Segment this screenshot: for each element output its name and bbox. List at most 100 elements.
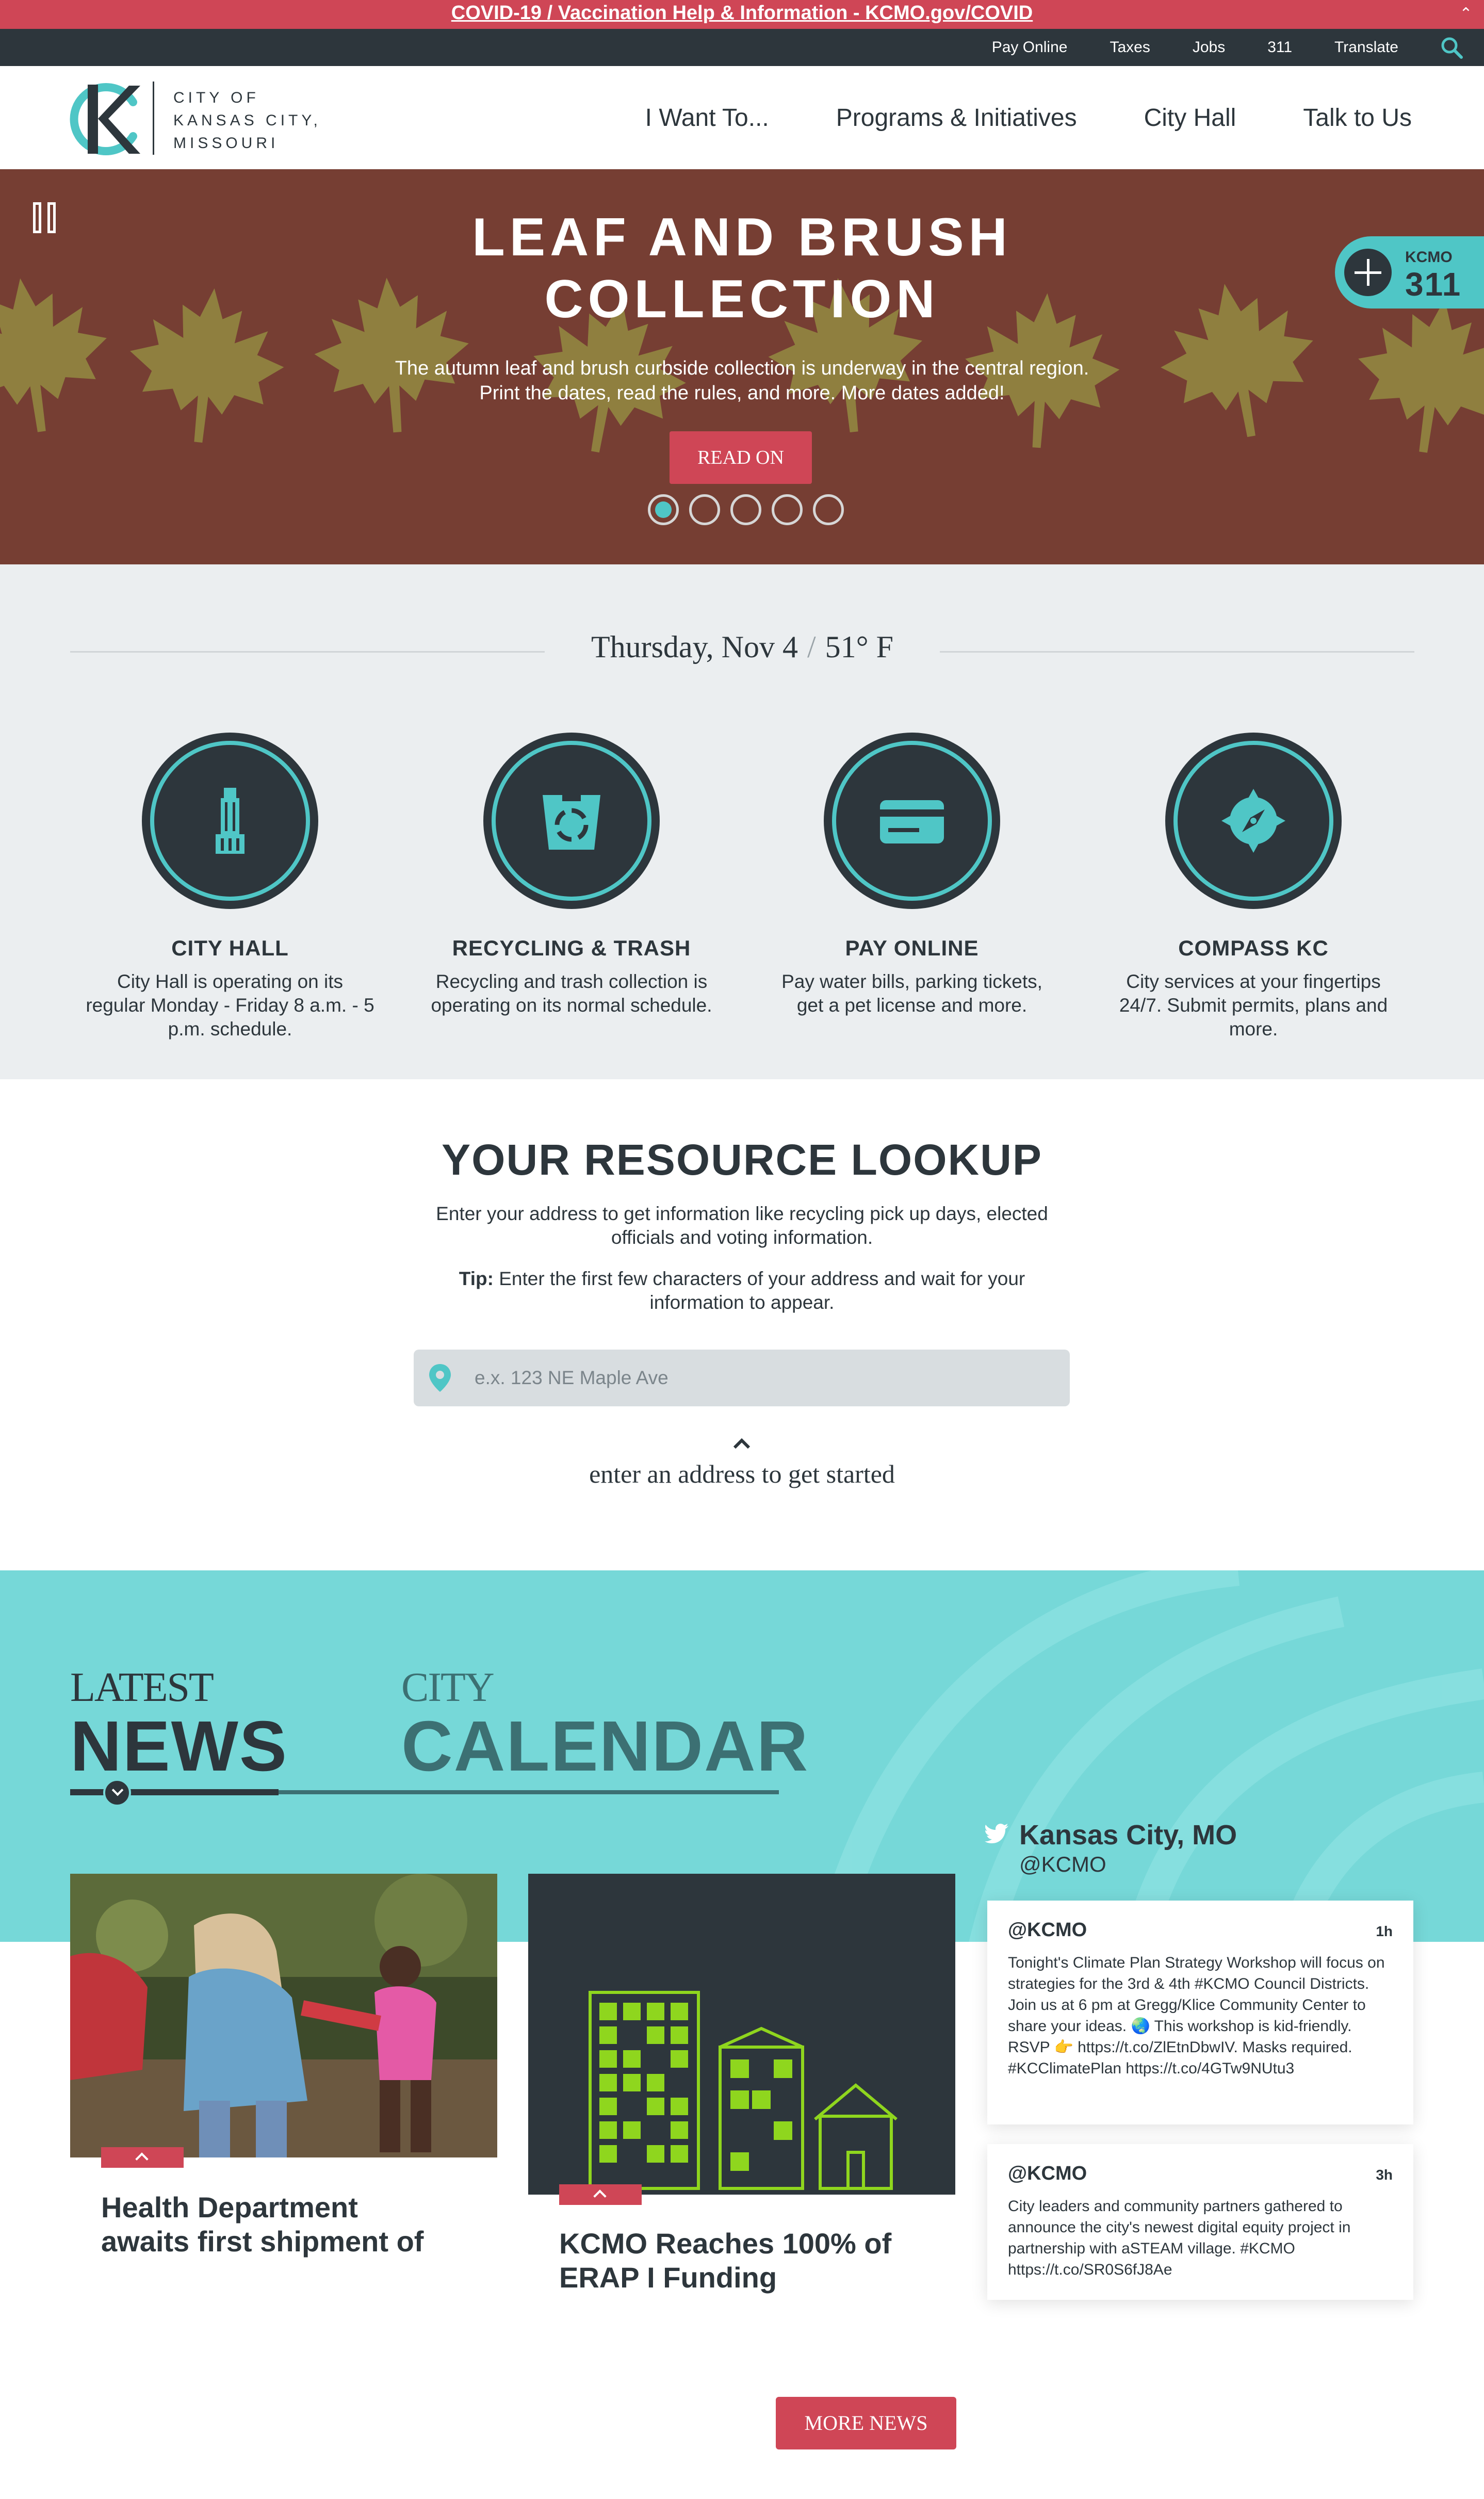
slide-dot-4[interactable] [772,494,803,525]
date-divider-left [70,651,545,653]
collapse-alert-icon[interactable]: ⌃ [1454,2,1478,26]
slide-dot-2[interactable] [689,494,720,525]
util-link-taxes[interactable]: Taxes [1110,39,1150,56]
hero-title-line-1: LEAF AND BRUSH [472,207,1012,267]
tip-label: Tip: [459,1268,494,1289]
chevron-up-icon [727,1433,756,1454]
news-tag-chevron-up-icon [559,2184,642,2205]
tweet-card[interactable]: @KCMO 3h City leaders and community part… [987,2144,1413,2300]
covid-alert-link[interactable]: COVID-19 / Vaccination Help & Informatio… [0,0,1484,29]
util-link-311[interactable]: 311 [1267,39,1292,56]
tweet-user[interactable]: @KCMO [1008,2163,1087,2185]
tweet-text: City leaders and community partners gath… [1008,2198,1351,2278]
slide-dot-5[interactable] [813,494,844,525]
kids-playing-image [70,1874,497,2157]
current-temperature: 51° F [825,630,894,664]
twitter-account-handle[interactable]: @KCMO [1019,1852,1106,1877]
date-divider-right [940,651,1414,653]
news-headline-line-1: KCMO Reaches 100% of [559,2227,892,2260]
nav-city-hall[interactable]: City Hall [1144,104,1236,132]
tweet-text: Tonight's Climate Plan Strategy Workshop… [1008,1954,1385,2077]
util-link-jobs[interactable]: Jobs [1193,39,1225,56]
hero-slider: LEAF AND BRUSH COLLECTION The autumn lea… [0,169,1484,564]
tweet-user[interactable]: @KCMO [1008,1919,1087,1941]
slide-dot-1[interactable] [648,494,679,525]
tab-latest-label[interactable]: LATEST [70,1664,214,1711]
nav-programs-initiatives[interactable]: Programs & Initiatives [836,104,1077,132]
chevron-down-icon [103,1779,131,1807]
quick-link-title: PAY ONLINE [845,936,979,960]
logo-line-3: MISSOURI [173,135,279,152]
slider-dots [648,494,854,525]
city-hall-circle [142,733,318,909]
quick-link-desc: City Hall is operating on its regular Mo… [86,971,374,1040]
hero-description: The autumn leaf and brush curbside colle… [0,356,1484,405]
more-news-button[interactable]: MORE NEWS [776,2397,956,2449]
pay-online-circle [824,733,1000,909]
news-card-health[interactable]: Health Department awaits first shipment … [70,1874,497,2276]
quick-link-pay-online[interactable]: PAY ONLINE Pay water bills, parking tick… [768,733,1056,1017]
quick-link-desc: City services at your fingertips 24/7. S… [1119,971,1388,1040]
news-headline-line-2: ERAP I Funding [559,2261,777,2294]
news-tag-chevron-up-icon [101,2147,184,2168]
tab-news[interactable]: NEWS [70,1706,288,1788]
tab-calendar[interactable]: CALENDAR [401,1706,809,1788]
quick-link-title: CITY HALL [171,936,289,960]
hero-desc-line-1: The autumn leaf and brush curbside colle… [395,358,1089,379]
tweet-card[interactable]: @KCMO 1h Tonight's Climate Plan Strategy… [987,1901,1413,2124]
news-headline-line-1: Health Department [101,2191,358,2224]
news-headline[interactable]: KCMO Reaches 100% of ERAP I Funding [559,2227,941,2295]
quick-link-desc: Recycling and trash collection is operat… [431,971,712,1016]
resource-lookup-desc: Enter your address to get information li… [436,1203,1048,1248]
credit-card-icon [876,785,948,857]
news-headline-line-2: awaits first shipment of [101,2225,424,2258]
news-card-erap[interactable]: KCMO Reaches 100% of ERAP I Funding [528,1874,955,2302]
plus-icon [1344,249,1392,296]
current-date: Thursday, Nov 4 [591,630,798,664]
date-separator: / [807,630,816,664]
util-link-pay-online[interactable]: Pay Online [992,39,1068,56]
hero-title-line-2: COLLECTION [544,269,940,329]
tweet-time[interactable]: 1h [1376,1923,1393,1940]
tab-underline-active [70,1789,279,1795]
search-icon[interactable] [1440,36,1463,59]
location-pin-icon [426,1363,454,1393]
tab-city-label[interactable]: CITY [401,1664,495,1711]
tip-text: Enter the first few characters of your a… [499,1268,1025,1313]
twitter-account-name[interactable]: Kansas City, MO [1019,1819,1237,1851]
logo-line-1: CITY OF [173,89,259,106]
hero-title: LEAF AND BRUSH COLLECTION [0,206,1484,330]
quick-link-title: COMPASS KC [1178,936,1329,960]
news-headline[interactable]: Health Department awaits first shipment … [101,2190,483,2259]
recycling-circle [483,733,660,909]
quick-link-desc: Pay water bills, parking tickets, get a … [781,971,1042,1016]
kc311-number: 311 [1405,266,1462,303]
twitter-bird-icon[interactable] [984,1823,1009,1844]
slide-dot-3[interactable] [730,494,761,525]
covid-alert-bar: COVID-19 / Vaccination Help & Informatio… [0,0,1484,29]
tweet-time[interactable]: 3h [1376,2167,1393,2183]
compass-icon [1217,785,1290,857]
quick-link-city-hall[interactable]: CITY HALL City Hall is operating on its … [86,733,374,1041]
quick-link-recycling-trash[interactable]: RECYCLING & TRASH Recycling and trash co… [427,733,716,1017]
address-field[interactable] [414,1350,1070,1406]
date-weather: Thursday, Nov 4 / 51° F [545,629,940,665]
kc-logo-icon[interactable] [67,82,144,157]
nav-talk-to-us[interactable]: Talk to Us [1303,104,1412,132]
util-link-translate[interactable]: Translate [1334,39,1398,56]
lookup-hint: enter an address to get started [589,1459,895,1488]
address-search-input[interactable] [475,1350,1057,1406]
site-header: CITY OF KANSAS CITY, MISSOURI I Want To.… [0,66,1484,169]
main-nav: I Want To... Programs & Initiatives City… [578,66,1412,169]
resource-lookup-tip: Tip: Enter the first few characters of y… [413,1267,1071,1315]
resource-lookup-title: YOUR RESOURCE LOOKUP [442,1135,1042,1184]
city-hall-building-icon [194,785,266,857]
quick-link-compass-kc[interactable]: COMPASS KC City services at your fingert… [1109,733,1398,1041]
logo-line-2: KANSAS CITY, [173,112,321,129]
kcmo-311-button[interactable]: KCMO 311 [1335,236,1484,309]
compass-circle [1165,733,1342,909]
nav-i-want-to[interactable]: I Want To... [645,104,769,132]
utility-bar: Pay Online Taxes Jobs 311 Translate [0,29,1484,66]
read-on-button[interactable]: READ ON [670,431,812,484]
logo-text[interactable]: CITY OF KANSAS CITY, MISSOURI [173,87,321,155]
